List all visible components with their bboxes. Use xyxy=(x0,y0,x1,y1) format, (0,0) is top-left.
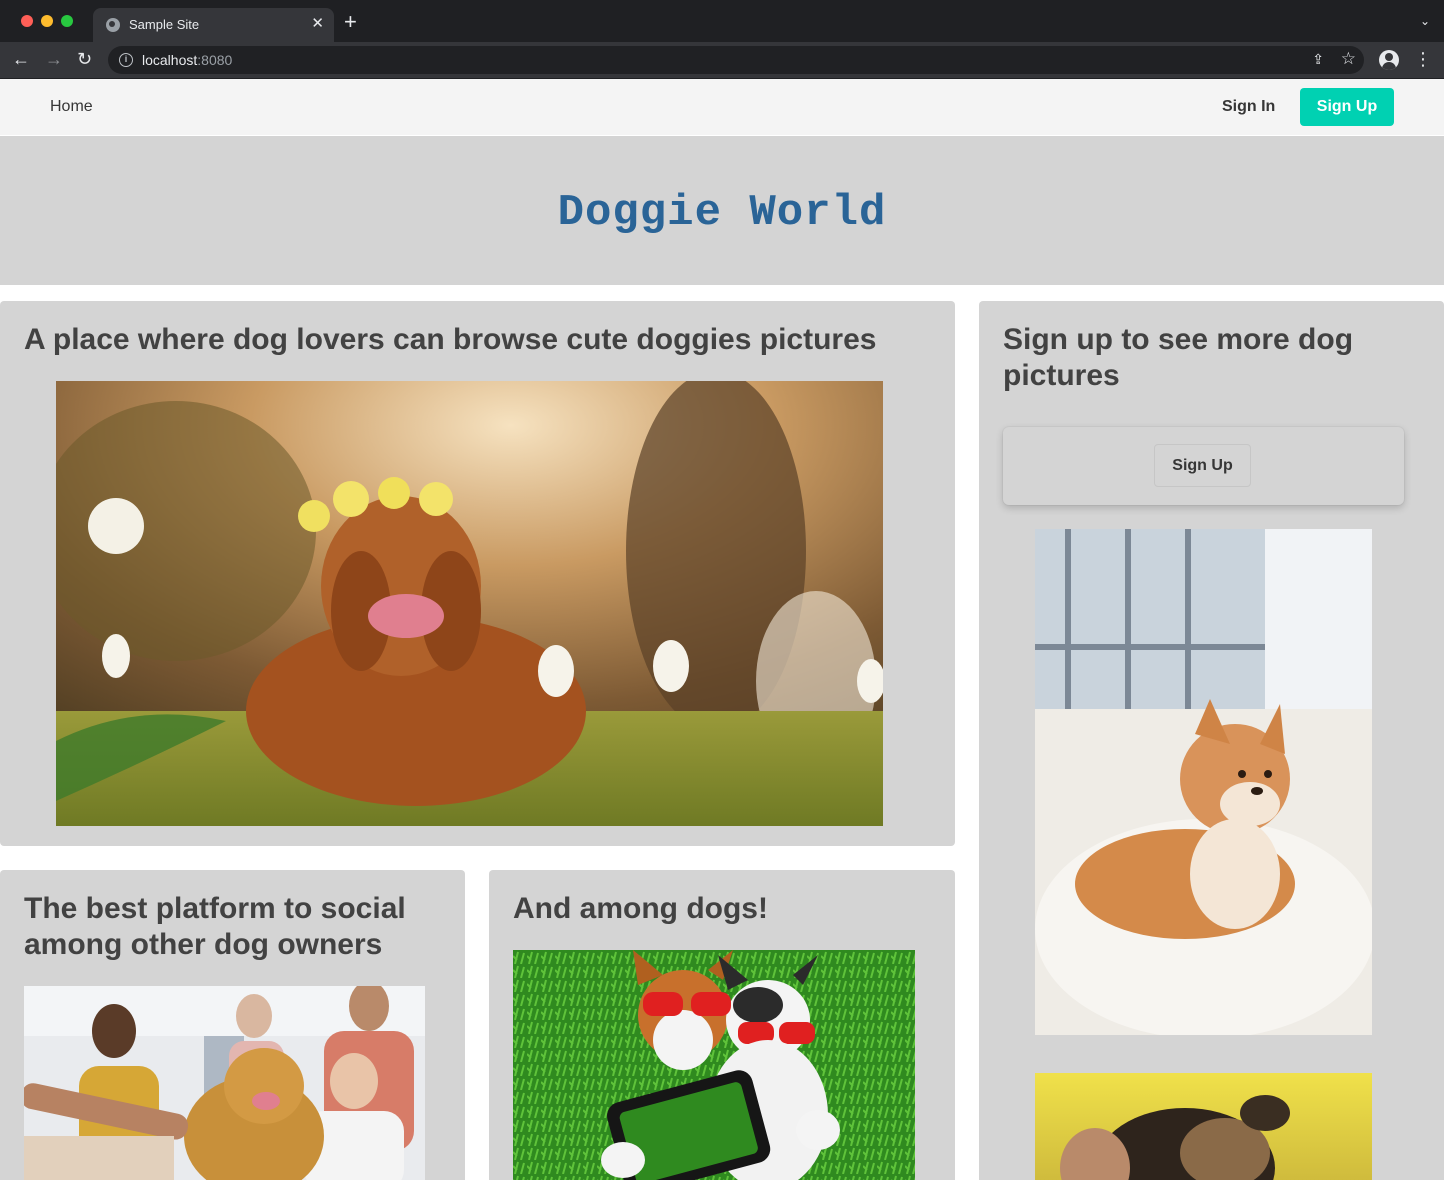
dogs-card-title: And among dogs! xyxy=(513,892,768,925)
sign-up-button[interactable]: Sign Up xyxy=(1300,88,1394,126)
site-title: Doggie World xyxy=(557,188,887,238)
dogs-card: And among dogs! xyxy=(489,870,955,1180)
url-host: localhost xyxy=(142,52,198,68)
url-port: :8080 xyxy=(197,52,233,68)
shiba-inu-photo xyxy=(1035,529,1372,1035)
tab-title: Sample Site xyxy=(129,17,200,32)
nav-home-link[interactable]: Home xyxy=(50,98,93,116)
menu-kebab-icon[interactable]: ⋮ xyxy=(1414,48,1432,70)
browser-toolbar: ← → ↻ i localhost:8080 ⇪ ☆ ⋮ xyxy=(0,42,1444,78)
url-text: localhost:8080 xyxy=(142,52,232,68)
golden-retriever-photo xyxy=(56,381,883,826)
sign-in-link[interactable]: Sign In xyxy=(1222,98,1275,116)
signup-box: Sign Up xyxy=(1003,427,1404,505)
profile-avatar-icon[interactable] xyxy=(1379,50,1399,70)
people-with-dog-photo xyxy=(24,986,425,1180)
address-bar[interactable]: i localhost:8080 ⇪ ☆ xyxy=(108,46,1364,74)
tab-close-icon[interactable]: ✕ xyxy=(311,15,324,33)
browser-tab-strip: Sample Site ✕ + ⌄ xyxy=(0,0,1444,42)
social-card-title: The best platform to social among other … xyxy=(24,892,406,961)
intro-card-title: A place where dog lovers can browse cute… xyxy=(24,323,877,356)
back-arrow-icon[interactable]: ← xyxy=(12,49,30,69)
globe-icon xyxy=(106,18,120,32)
forward-arrow-icon[interactable]: → xyxy=(45,49,63,69)
browser-tab[interactable]: Sample Site ✕ xyxy=(93,8,334,42)
new-tab-button[interactable]: + xyxy=(344,11,357,33)
intro-card: A place where dog lovers can browse cute… xyxy=(0,301,955,846)
signup-card-title: Sign up to see more dog pictures xyxy=(1003,323,1354,392)
dog-petted-photo xyxy=(1035,1073,1372,1180)
info-icon[interactable]: i xyxy=(119,53,133,67)
signup-card-button[interactable]: Sign Up xyxy=(1154,444,1251,487)
signup-card: Sign up to see more dog pictures Sign Up xyxy=(979,301,1444,1180)
window-maximize-button[interactable] xyxy=(61,15,73,27)
window-minimize-button[interactable] xyxy=(41,15,53,27)
site-navbar: Home Sign In Sign Up xyxy=(0,79,1444,135)
window-close-button[interactable] xyxy=(21,15,33,27)
hero-banner: Doggie World xyxy=(0,136,1444,285)
social-card: The best platform to social among other … xyxy=(0,870,465,1180)
share-icon[interactable]: ⇪ xyxy=(1312,51,1324,68)
web-page: Home Sign In Sign Up Doggie World A plac… xyxy=(0,79,1444,1180)
chevron-down-icon[interactable]: ⌄ xyxy=(1420,14,1430,28)
reload-icon[interactable]: ↻ xyxy=(77,49,92,69)
bookmark-star-icon[interactable]: ☆ xyxy=(1341,49,1356,69)
dogs-selfie-photo xyxy=(513,950,915,1180)
